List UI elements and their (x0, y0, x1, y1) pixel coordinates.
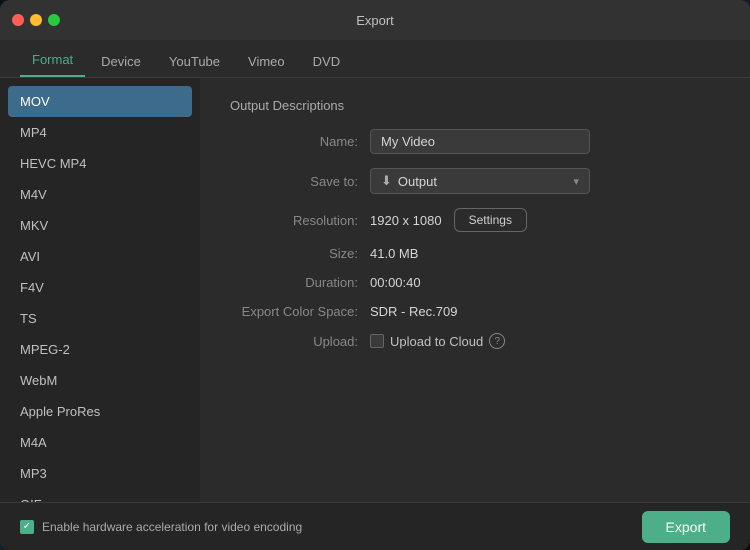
info-icon[interactable]: ? (489, 333, 505, 349)
format-item-m4v[interactable]: M4V (0, 179, 200, 210)
folder-icon: ⬇ (381, 173, 392, 189)
upload-content: Upload to Cloud ? (370, 333, 505, 349)
upload-label: Upload: (230, 334, 370, 349)
settings-button[interactable]: Settings (454, 208, 527, 232)
tab-bar: Format Device YouTube Vimeo DVD (0, 40, 750, 78)
format-item-mp4[interactable]: MP4 (0, 117, 200, 148)
format-item-mpeg2[interactable]: MPEG-2 (0, 334, 200, 365)
save-to-label: Save to: (230, 174, 370, 189)
save-to-value: Output (398, 174, 437, 189)
size-label: Size: (230, 246, 370, 261)
format-item-f4v[interactable]: F4V (0, 272, 200, 303)
title-bar: Export (0, 0, 750, 40)
resolution-value: 1920 x 1080 (370, 213, 442, 228)
hw-accel-checkbox[interactable]: ✓ (20, 520, 34, 534)
format-item-avi[interactable]: AVI (0, 241, 200, 272)
format-item-hevc-mp4[interactable]: HEVC MP4 (0, 148, 200, 179)
size-value: 41.0 MB (370, 246, 418, 261)
resolution-label: Resolution: (230, 213, 370, 228)
name-input[interactable] (370, 129, 590, 154)
tab-format[interactable]: Format (20, 44, 85, 77)
format-item-m4a[interactable]: M4A (0, 427, 200, 458)
export-window: Export Format Device YouTube Vimeo DVD M… (0, 0, 750, 550)
format-item-mp3[interactable]: MP3 (0, 458, 200, 489)
duration-row: Duration: 00:00:40 (230, 275, 720, 290)
name-row: Name: (230, 129, 720, 154)
upload-row: Upload: Upload to Cloud ? (230, 333, 720, 349)
format-item-mkv[interactable]: MKV (0, 210, 200, 241)
traffic-lights (12, 14, 60, 26)
bottom-bar: ✓ Enable hardware acceleration for video… (0, 502, 750, 550)
tab-dvd[interactable]: DVD (301, 46, 352, 77)
duration-label: Duration: (230, 275, 370, 290)
save-to-row: Save to: ⬇ Output ▾ (230, 168, 720, 194)
size-row: Size: 41.0 MB (230, 246, 720, 261)
resolution-content: 1920 x 1080 Settings (370, 208, 527, 232)
minimize-button[interactable] (30, 14, 42, 26)
chevron-down-icon: ▾ (573, 175, 579, 188)
color-space-row: Export Color Space: SDR - Rec.709 (230, 304, 720, 319)
name-label: Name: (230, 134, 370, 149)
output-panel: Output Descriptions Name: Save to: ⬇ Out… (200, 78, 750, 502)
color-space-value: SDR - Rec.709 (370, 304, 457, 319)
main-content: MOV MP4 HEVC MP4 M4V MKV AVI F4V TS (0, 78, 750, 502)
upload-to-cloud-label[interactable]: Upload to Cloud (370, 334, 483, 349)
maximize-button[interactable] (48, 14, 60, 26)
color-space-label: Export Color Space: (230, 304, 370, 319)
format-item-apple-prores[interactable]: Apple ProRes (0, 396, 200, 427)
tab-vimeo[interactable]: Vimeo (236, 46, 297, 77)
save-to-dropdown[interactable]: ⬇ Output ▾ (370, 168, 590, 194)
close-button[interactable] (12, 14, 24, 26)
tab-youtube[interactable]: YouTube (157, 46, 232, 77)
export-button[interactable]: Export (642, 511, 730, 543)
format-list: MOV MP4 HEVC MP4 M4V MKV AVI F4V TS (0, 78, 200, 502)
format-item-mov[interactable]: MOV (8, 86, 192, 117)
format-item-webm[interactable]: WebM (0, 365, 200, 396)
hw-accel-label[interactable]: ✓ Enable hardware acceleration for video… (20, 520, 302, 534)
upload-to-cloud-checkbox[interactable] (370, 334, 384, 348)
duration-value: 00:00:40 (370, 275, 421, 290)
format-item-gif[interactable]: GIF (0, 489, 200, 502)
tab-device[interactable]: Device (89, 46, 153, 77)
format-item-ts[interactable]: TS (0, 303, 200, 334)
window-title: Export (356, 13, 394, 28)
output-section-title: Output Descriptions (230, 98, 720, 113)
resolution-row: Resolution: 1920 x 1080 Settings (230, 208, 720, 232)
